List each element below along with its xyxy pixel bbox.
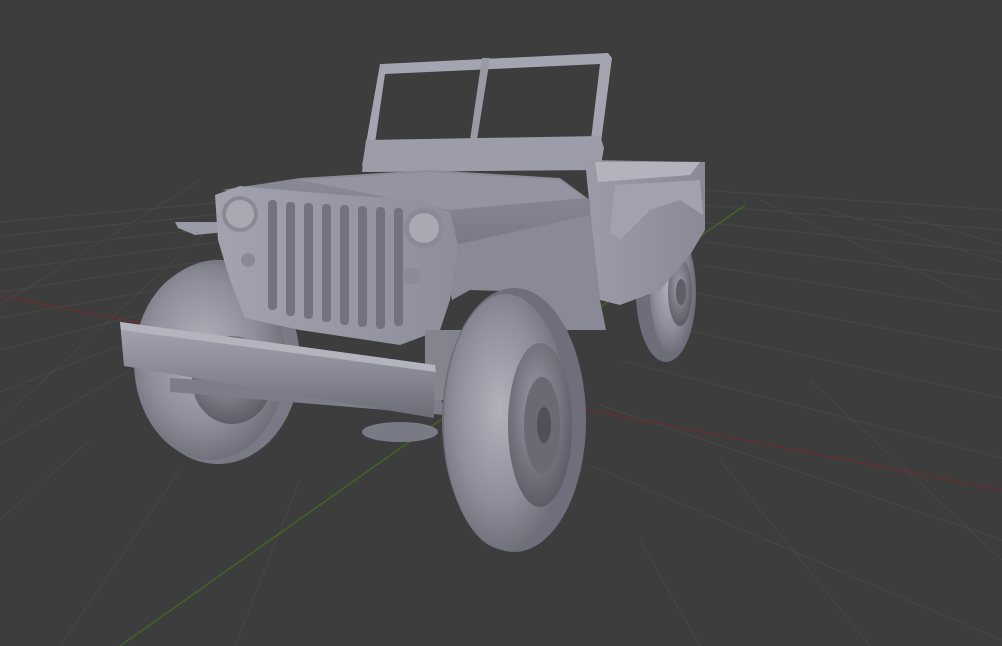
- right-parking-light: [404, 268, 420, 284]
- front-right-wheel: [442, 288, 586, 552]
- 3d-viewport[interactable]: [0, 0, 1002, 646]
- left-parking-light: [241, 253, 255, 267]
- left-headlight: [222, 196, 258, 232]
- right-headlight: [404, 208, 444, 248]
- viewport-canvas[interactable]: [0, 0, 1002, 646]
